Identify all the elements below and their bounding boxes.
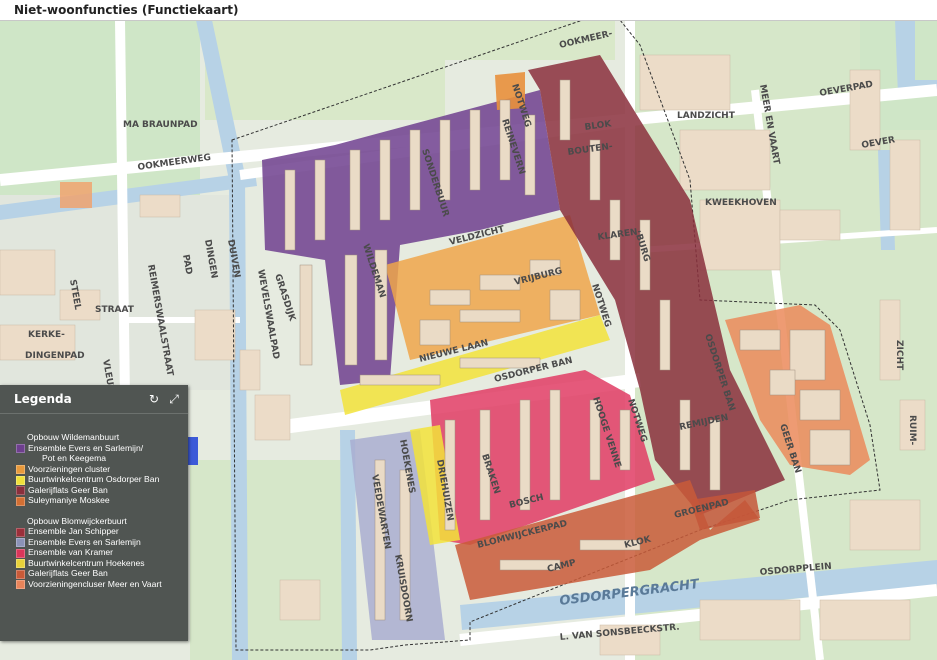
legend-group-heading: Opbouw Blomwijckerbuurt — [27, 515, 127, 526]
legend-title: Legenda — [14, 392, 72, 406]
legend-item-label: Ensemble Evers en Sarlemijn — [28, 536, 141, 547]
legend-swatch — [16, 486, 25, 495]
legend-item: Ensemble Jan Schipper — [16, 526, 182, 537]
legend-item: Galerijflats Geer Ban — [16, 484, 182, 495]
legend-item-label: Ensemble van Kramer — [28, 547, 114, 557]
collapse-icon[interactable]: ⤢ — [166, 391, 182, 407]
legend-item-label: Galerijflats Geer Ban — [28, 568, 108, 578]
label-zicht: ZICHT — [894, 340, 904, 371]
legend-item-label: Ensemble Jan Schipper — [28, 526, 119, 536]
legend-item: Suleymaniye Moskee — [16, 495, 182, 506]
title-bar: Niet-woonfuncties (Functiekaart) — [0, 0, 937, 21]
legend-swatch — [16, 538, 25, 547]
legend-item: Ensemble Evers en Sarlemijn — [16, 536, 182, 547]
legend-item: Buurtwinkelcentrum Hoekenes — [16, 557, 182, 568]
legend-item: Ensemble van Kramer — [16, 547, 182, 558]
label-braunpad: MA BRAUNPAD — [123, 120, 198, 130]
legend-swatch — [16, 527, 25, 537]
legend-body: Opbouw Wildemanbuurt Ensemble Evers en S… — [0, 414, 188, 589]
label-ruim: RUIM- — [907, 415, 917, 446]
legend-item-sublabel: Pot en Keegema — [42, 453, 107, 463]
legend-swatch — [16, 444, 25, 453]
label-kerke: KERKE- — [28, 330, 65, 340]
legend-swatch — [16, 465, 25, 474]
legend-header: Legenda ↻ ⤢ — [0, 385, 188, 414]
legend-item-label: Ensemble Evers en Sarlemijn/ — [28, 442, 144, 453]
legend-group-blomwijckerbuurt: Opbouw Blomwijckerbuurt Ensemble Jan Sch… — [16, 515, 182, 589]
legend-group-heading: Opbouw Wildemanbuurt — [27, 432, 120, 442]
legend-item-label: Galerijflats Geer Ban — [28, 484, 108, 495]
legend-swatch — [16, 475, 25, 485]
map-marker — [188, 437, 198, 465]
legend-swatch — [16, 580, 25, 589]
legend-item-label: Buurtwinkelcentrum Hoekenes — [28, 557, 145, 568]
legend-item-label: Suleymaniye Moskee — [28, 495, 110, 505]
map-viewer: Niet-woonfuncties (Functiekaart) OOKMEER… — [0, 0, 937, 660]
legend-swatch — [16, 548, 25, 558]
legend-item: Buurtwinkelcentrum Osdorper Ban — [16, 474, 182, 485]
page-title: Niet-woonfuncties (Functiekaart) — [14, 3, 239, 17]
label-dingenpad: DINGENPAD — [25, 351, 85, 361]
legend-item: Voorzieningen cluster — [16, 463, 182, 474]
legend-item: Voorzieningencluser Meer en Vaart — [16, 578, 182, 589]
legend-item-label: Buurtwinkelcentrum Osdorper Ban — [28, 474, 160, 484]
legend-item: Ensemble Evers en Sarlemijn/ — [16, 442, 182, 453]
legend-item-label: Voorzieningen cluster — [28, 463, 111, 474]
legend-item-label: Voorzieningencluser Meer en Vaart — [28, 578, 162, 589]
legend-swatch — [16, 559, 25, 568]
legend-group-wildemanbuurt: Opbouw Wildemanbuurt Ensemble Evers en S… — [16, 432, 182, 506]
legend-swatch — [16, 496, 25, 506]
label-straat: STRAAT — [95, 305, 135, 315]
refresh-icon[interactable]: ↻ — [146, 391, 162, 407]
label-kweekhoven: KWEEKHOVEN — [705, 198, 777, 208]
legend-panel: Legenda ↻ ⤢ Opbouw Wildemanbuurt Ensembl… — [0, 385, 188, 641]
label-landzicht: LANDZICHT — [677, 111, 736, 121]
legend-swatch — [16, 569, 25, 579]
legend-item: Galerijflats Geer Ban — [16, 568, 182, 579]
